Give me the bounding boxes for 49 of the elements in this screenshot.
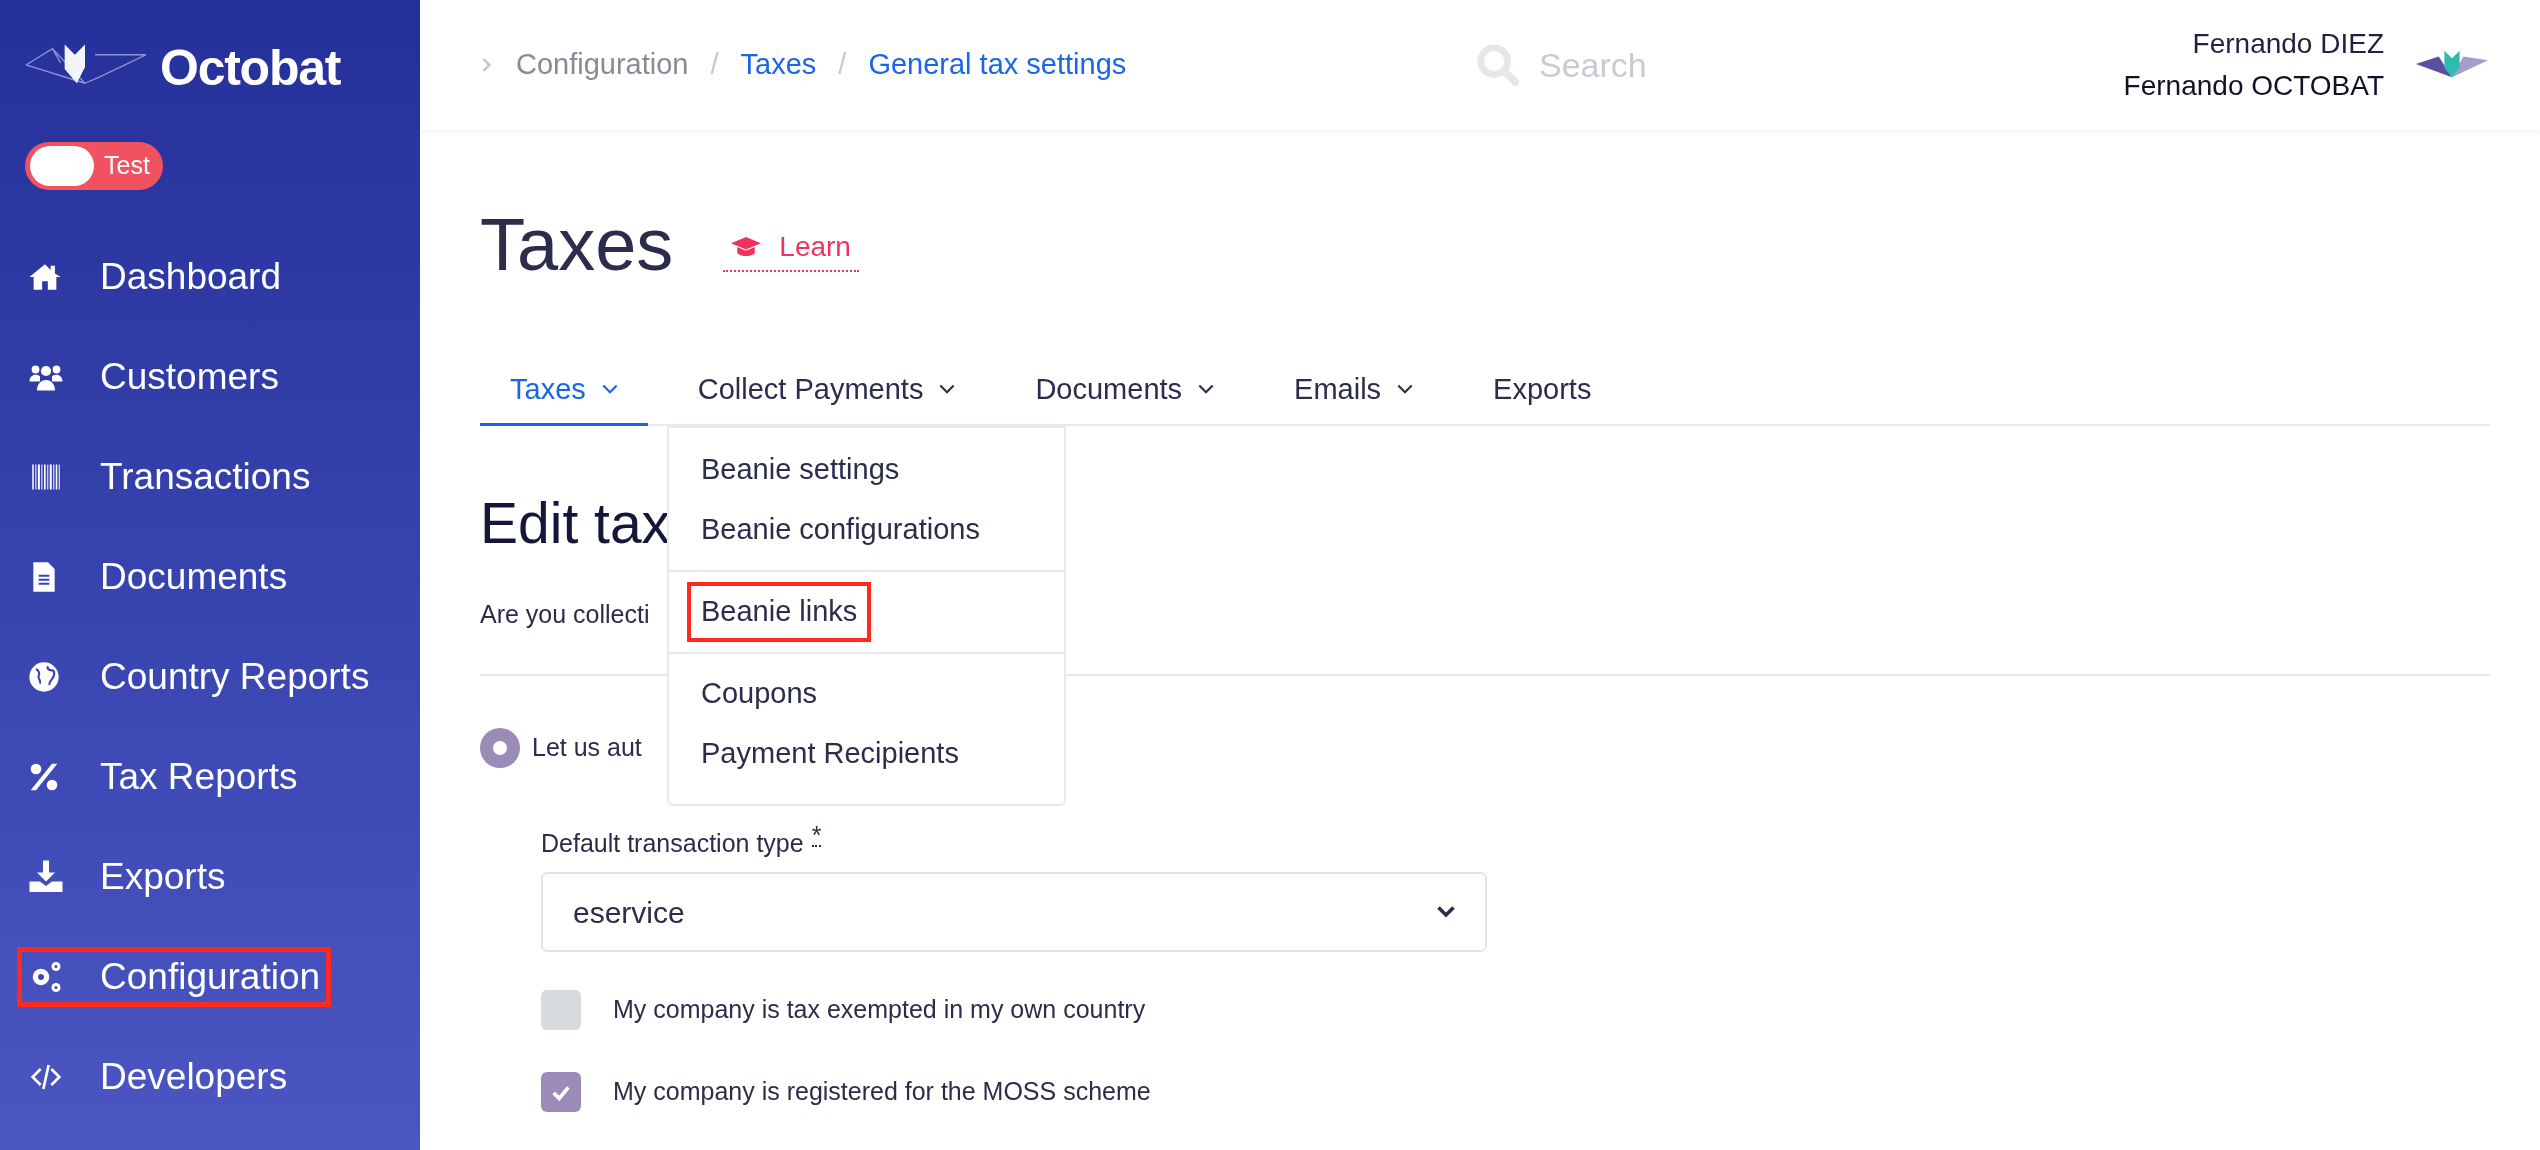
breadcrumb-separator: / — [838, 47, 847, 83]
sidebar-item[interactable]: Dashboard — [20, 250, 289, 304]
chevron-down-icon — [601, 384, 618, 395]
sidebar-item[interactable]: Tax Reports — [20, 750, 306, 804]
tab[interactable]: Documents — [1005, 356, 1245, 426]
breadcrumb-link[interactable]: Taxes — [740, 43, 817, 87]
checkbox-label: My company is tax exempted in my own country — [613, 994, 1146, 1026]
tab[interactable]: Collect Payments — [667, 356, 986, 426]
checkbox-label: My company is registered for the MOSS scheme — [613, 1076, 1151, 1108]
field-label: Default transaction type — [541, 827, 804, 859]
breadcrumb-link[interactable]: General tax settings — [868, 43, 1127, 87]
radio-label: Let us aut — [532, 731, 642, 763]
sidebar-item[interactable]: Documents — [20, 550, 296, 604]
sidebar-item[interactable]: Exports — [20, 850, 234, 904]
dropdown-item[interactable]: Payment Recipients — [691, 728, 969, 780]
user-name: Fernando DIEZ — [2192, 27, 2384, 61]
checkbox[interactable] — [541, 990, 581, 1030]
checkbox[interactable] — [541, 1072, 581, 1112]
percent-icon — [28, 761, 60, 793]
globe-icon — [28, 661, 60, 693]
question-text: Are you collecti — [480, 599, 650, 630]
sidebar-item[interactable]: Configuration — [20, 950, 329, 1004]
section-title: Edit tax — [480, 495, 671, 552]
brand-name: Octobat — [160, 43, 341, 93]
sidebar-item[interactable]: Transactions — [20, 450, 319, 504]
learn-link[interactable]: Learn — [723, 226, 859, 272]
account-name[interactable]: Fernando OCTOBAT — [2123, 65, 2384, 107]
transaction-type-select[interactable]: eservice — [541, 872, 1487, 952]
chevron-down-icon — [1198, 384, 1215, 395]
tab[interactable]: Exports — [1463, 356, 1622, 426]
chevron-down-icon — [939, 384, 956, 395]
dropdown-item[interactable]: Beanie configurations — [691, 504, 990, 556]
sidebar-item[interactable]: Customers — [20, 350, 287, 404]
chevron-down-icon — [1437, 906, 1455, 918]
dropdown-item[interactable]: Coupons — [691, 668, 828, 720]
search-icon — [1475, 42, 1521, 88]
required-mark: * — [811, 824, 822, 847]
chevron-down-icon — [1397, 384, 1414, 395]
tab[interactable]: Emails — [1264, 356, 1444, 426]
download-icon — [28, 859, 64, 895]
breadcrumb-separator: / — [710, 47, 719, 83]
radio-button[interactable] — [480, 727, 520, 768]
dropdown-item[interactable]: Beanie settings — [691, 444, 910, 496]
graduation-cap-icon — [731, 235, 762, 259]
tab[interactable]: Taxes — [480, 356, 648, 426]
page-title: Taxes — [480, 208, 674, 282]
chevron-right-icon — [480, 56, 494, 74]
sidebar-item[interactable]: Country Reports — [20, 650, 378, 704]
sidebar-item[interactable]: Developers — [20, 1050, 296, 1104]
